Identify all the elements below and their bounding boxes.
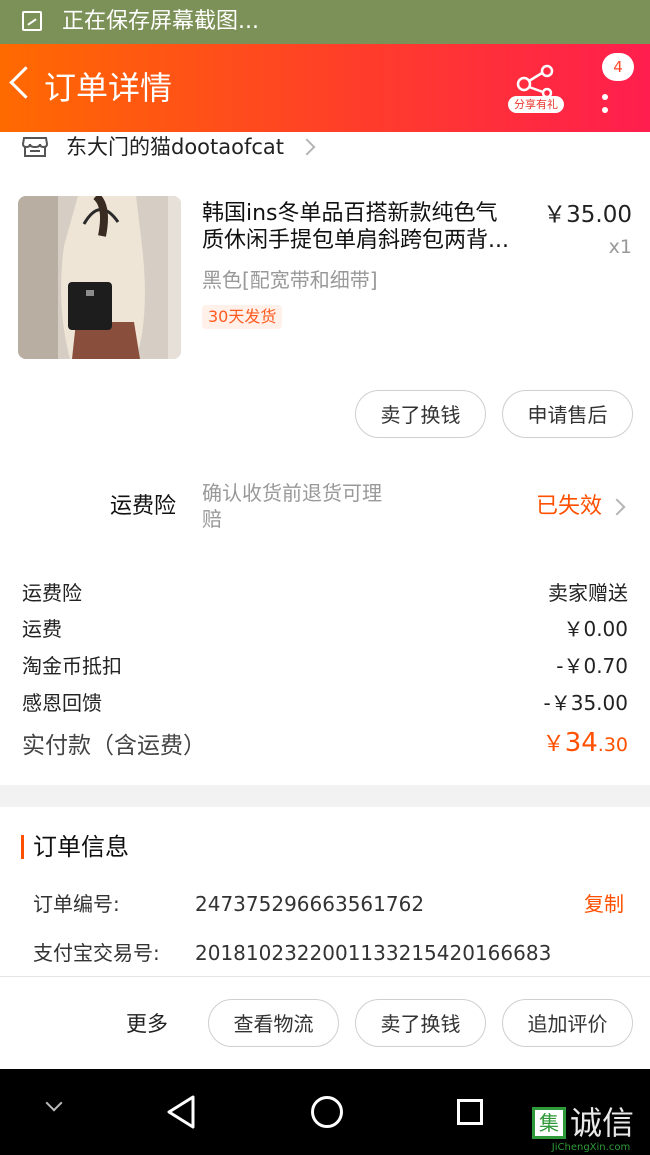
watermark-logo: 集 诚信 JiChengXin.com xyxy=(532,1103,650,1155)
view-logistics-button[interactable]: 查看物流 xyxy=(208,999,339,1047)
more-dot xyxy=(602,107,608,113)
insurance-desc-line1: 确认收货前退货可理 xyxy=(202,481,382,505)
shop-name: 东大门的猫dootaofcat xyxy=(66,135,285,159)
total-label: 实付款（含运费） xyxy=(22,733,206,759)
watermark-text: 诚信 xyxy=(570,1104,635,1142)
copy-button[interactable]: 复制 xyxy=(584,888,624,920)
store-icon xyxy=(22,137,48,157)
nav-recents-icon[interactable] xyxy=(457,1099,483,1125)
nav-home-icon[interactable] xyxy=(311,1096,343,1128)
chevron-right-icon xyxy=(298,138,316,156)
order-number-value: 247375296663561762 xyxy=(195,892,425,916)
more-actions-button[interactable]: 更多 xyxy=(126,1007,168,1041)
notification-badge: 4 xyxy=(602,53,634,81)
fee-label: 淘金币抵扣 xyxy=(22,654,122,678)
fee-label: 运费 xyxy=(22,617,62,641)
fee-label: 运费险 xyxy=(22,581,82,605)
status-bar: 正在保存屏幕截图... xyxy=(0,0,650,44)
apply-after-sale-button[interactable]: 申请售后 xyxy=(502,390,633,438)
total-integer: 34 xyxy=(564,728,598,758)
section-accent-bar xyxy=(21,835,24,859)
fee-value: -￥35.00 xyxy=(543,691,628,715)
page-title: 订单详情 xyxy=(44,69,173,107)
back-arrow-icon[interactable] xyxy=(9,66,42,99)
insurance-status[interactable]: 已失效 xyxy=(536,490,602,524)
order-info-title: 订单信息 xyxy=(33,833,129,861)
fee-row: 运费 ￥0.00 xyxy=(22,612,628,646)
product-title-line2: 质休闲手提包单肩斜跨包两背... xyxy=(202,228,509,253)
add-review-button[interactable]: 追加评价 xyxy=(502,999,633,1047)
watermark-box: 集 xyxy=(532,1107,566,1139)
chevron-right-icon xyxy=(608,498,626,516)
app-header: 订单详情 分享有礼 xyxy=(0,44,650,132)
order-number-label: 订单编号: xyxy=(33,892,120,916)
product-title[interactable]: 韩国ins冬单品百搭新款纯色气 质休闲手提包单肩斜跨包两背... xyxy=(202,200,532,254)
share-button[interactable]: 分享有礼 xyxy=(508,64,566,118)
product-image[interactable] xyxy=(18,196,181,359)
product-price: ￥35.00 xyxy=(543,202,632,228)
fee-row: 淘金币抵扣 -￥0.70 xyxy=(22,649,628,683)
fee-value: ￥0.00 xyxy=(563,617,628,641)
product-photo xyxy=(18,196,181,359)
product-title-line1: 韩国ins冬单品百搭新款纯色气 xyxy=(202,201,498,226)
share-label: 分享有礼 xyxy=(508,96,564,113)
status-text: 正在保存屏幕截图... xyxy=(62,9,259,34)
nav-back-icon[interactable] xyxy=(164,1094,198,1130)
screenshot-icon xyxy=(22,11,42,31)
product-spec: 黑色[配宽带和细带] xyxy=(202,268,378,292)
sell-for-cash-button[interactable]: 卖了换钱 xyxy=(355,390,486,438)
more-dots-icon xyxy=(602,94,608,100)
fee-row: 感恩回馈 -￥35.00 xyxy=(22,686,628,720)
total-row: 实付款（含运费） ￥34.30 xyxy=(22,726,628,766)
product-quantity: x1 xyxy=(608,236,632,258)
shop-row[interactable]: 东大门的猫dootaofcat xyxy=(0,132,650,166)
fee-value: -￥0.70 xyxy=(556,654,628,678)
total-amount: ￥34.30 xyxy=(543,726,628,758)
section-divider xyxy=(0,785,650,807)
fee-label: 感恩回馈 xyxy=(22,691,102,715)
fee-row: 运费险 卖家赠送 xyxy=(22,576,628,610)
insurance-description: 确认收货前退货可理 赔 xyxy=(202,480,432,532)
alipay-trade-value: 2018102322001133215420166683 xyxy=(195,941,552,965)
insurance-desc-line2: 赔 xyxy=(202,507,222,531)
insurance-label: 运费险 xyxy=(110,494,177,519)
shipping-tag: 30天发货 xyxy=(202,305,283,329)
bottom-action-bar: 更多 查看物流 卖了换钱 追加评价 xyxy=(0,976,650,1070)
total-currency: ￥ xyxy=(542,732,565,757)
alipay-trade-label: 支付宝交易号: xyxy=(33,941,160,965)
share-icon xyxy=(516,64,554,98)
fee-value: 卖家赠送 xyxy=(548,581,628,605)
sell-for-cash-button[interactable]: 卖了换钱 xyxy=(355,999,486,1047)
total-decimal: .30 xyxy=(597,734,628,756)
watermark-url: JiChengXin.com xyxy=(551,1142,631,1153)
